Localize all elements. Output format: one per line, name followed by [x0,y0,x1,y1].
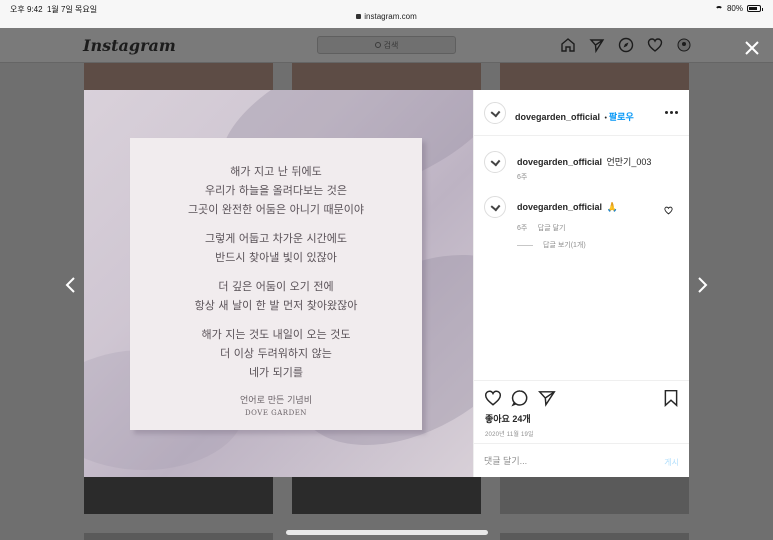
post-header: dovegarden_official • 팔로우 [474,90,689,136]
previous-post-arrow-icon[interactable] [64,276,78,294]
caption-time[interactable]: 6주 [517,172,527,182]
activity-heart-icon[interactable] [647,37,663,53]
grid-thumbnail[interactable] [292,477,481,514]
caption-username[interactable]: dovegarden_official [517,157,602,167]
poem-footer: 언어로 만든 기념비 [240,396,312,406]
share-send-icon[interactable] [538,389,556,407]
poem-line: 해가 지는 것도 내일이 오는 것도 [201,328,351,341]
grid-thumbnail[interactable] [84,533,273,540]
grid-thumbnail[interactable] [84,477,273,514]
more-options-icon[interactable] [665,111,678,114]
battery-icon [747,5,763,12]
next-post-arrow-icon[interactable] [695,276,709,294]
grid-thumbnail[interactable] [500,533,689,540]
post-date[interactable]: 2020년 11월 19일 [485,429,534,438]
avatar[interactable] [484,151,506,173]
address-bar[interactable]: instagram.com [0,12,773,21]
poem-card: 해가 지고 난 뒤에도 우리가 하늘을 올려다보는 것은 그곳이 완전한 어둠은… [130,138,422,430]
post-actions: 좋아요 24개 2020년 11월 19일 게시 [474,380,689,478]
instagram-logo[interactable]: Instagram [83,36,176,55]
post-comment-button[interactable]: 게시 [664,457,679,468]
search-icon [374,42,381,48]
post-image[interactable]: 해가 지고 난 뒤에도 우리가 하늘을 올려다보는 것은 그곳이 완전한 어둠은… [84,90,473,477]
status-indicators: 80% [714,4,763,13]
wifi-icon [714,5,723,12]
post-sidebar: dovegarden_official • 팔로우 dovegarden_off… [473,90,689,477]
comment-time[interactable]: 6주 [517,225,527,232]
reply-button[interactable]: 답글 달기 [538,225,566,232]
comment-box: 게시 [474,443,689,479]
poem-line: 더 깊은 어둠이 오기 전에 [218,280,334,293]
like-heart-icon[interactable] [484,389,502,407]
view-replies-button[interactable]: 답글 보기(1개) [517,240,586,250]
poem-brand: DOVE GARDEN [245,409,307,417]
poem-line: 우리가 하늘을 올려다보는 것은 [204,184,348,197]
grid-thumbnail[interactable] [292,63,481,90]
lock-icon [356,14,362,19]
home-icon[interactable] [560,37,576,53]
grid-thumbnail[interactable] [84,63,273,90]
bookmark-icon[interactable] [662,389,680,407]
likes-count[interactable]: 좋아요 24개 [485,412,531,425]
follow-button[interactable]: 팔로우 [609,112,634,122]
caption-text: 언만기_003 [606,157,652,167]
poem-line: 네가 되기를 [248,366,304,379]
avatar[interactable] [484,102,506,124]
comment-username[interactable]: dovegarden_official [517,202,602,212]
battery-percent: 80% [726,4,743,13]
close-icon[interactable] [744,40,760,56]
poem-line: 해가 지고 난 뒤에도 [230,165,322,178]
instagram-header: Instagram 검색 [0,28,773,63]
poem-line: 반드시 찾아낼 빛이 있잖아 [215,251,337,264]
search-input[interactable]: 검색 [317,36,456,54]
comment-like-heart-icon[interactable] [664,202,673,220]
avatar[interactable] [484,196,506,218]
poem-line: 더 이상 두려워하지 않는 [220,347,332,360]
comment-bubble-icon[interactable] [511,389,529,407]
grid-thumbnail[interactable] [500,477,689,514]
comment-input[interactable] [484,456,634,466]
poem-line: 그곳이 완전한 어둠은 아니기 때문이야 [188,203,364,216]
dove-logo-icon [490,156,501,167]
direct-message-icon[interactable] [589,37,605,54]
grid-thumbnail[interactable] [500,63,689,90]
post-modal: 해가 지고 난 뒤에도 우리가 하늘을 올려다보는 것은 그곳이 완전한 어둠은… [84,90,689,477]
dove-logo-icon [490,201,501,212]
status-bar: 오후 9:42 1월 7일 목요일 instagram.com 80% [0,0,773,28]
poem-line: 항상 새 날이 한 발 먼저 찾아왔잖아 [194,299,358,312]
profile-avatar-icon[interactable] [676,37,692,53]
post-username[interactable]: dovegarden_official [515,112,600,122]
home-indicator[interactable] [286,530,488,535]
dove-logo-icon [490,107,501,118]
comment-text: 🙏 [606,202,618,212]
explore-icon[interactable] [618,37,634,53]
poem-line: 그렇게 어둡고 차가운 시간에도 [204,232,348,245]
